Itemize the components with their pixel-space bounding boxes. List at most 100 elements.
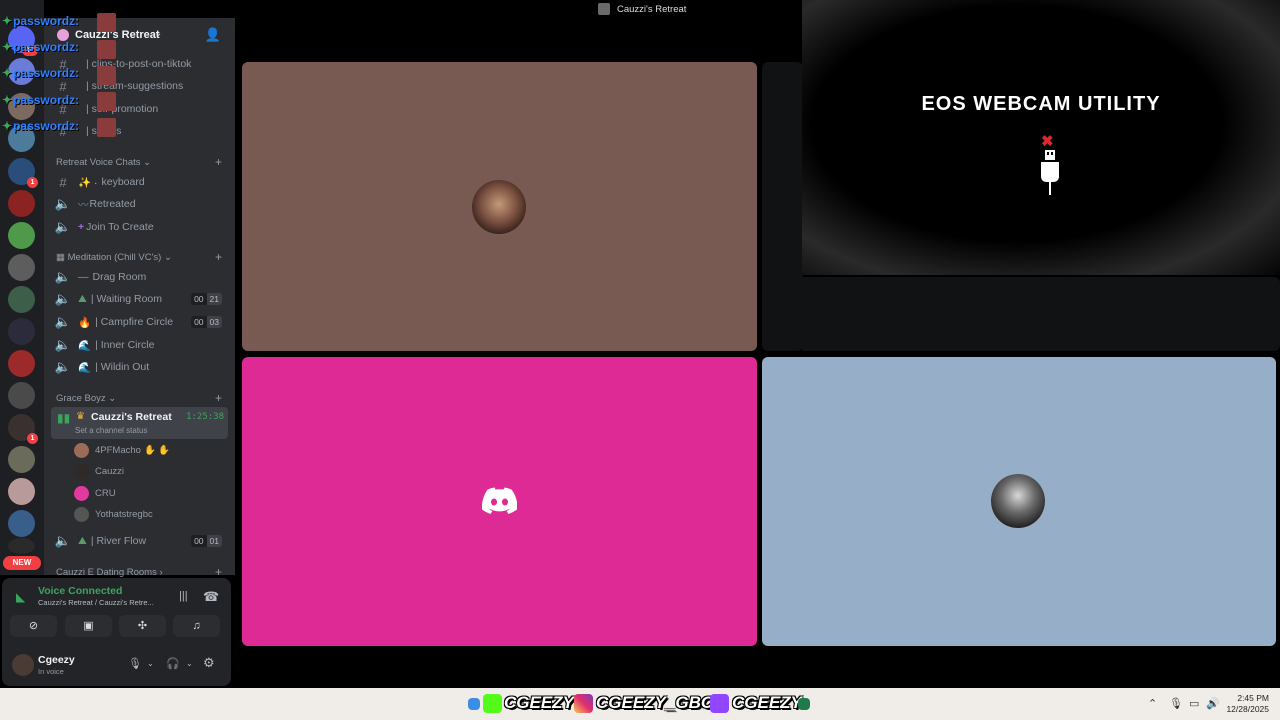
discord-logo-icon: [482, 487, 517, 514]
channel-item[interactable]: 🔈 🔥 | Campfire Circle 00 03: [50, 312, 228, 332]
server-icon[interactable]: 1: [8, 414, 38, 444]
server-icon[interactable]: [8, 382, 35, 409]
add-channel-icon[interactable]: +: [215, 565, 222, 579]
voice-user-name: Cauzzi: [95, 465, 125, 477]
channel-label: keyboard: [101, 176, 145, 188]
add-channel-icon[interactable]: +: [215, 391, 222, 405]
chevron-down-icon[interactable]: ⌄: [186, 659, 193, 668]
server-icon[interactable]: [8, 510, 35, 537]
voice-user[interactable]: CRU: [74, 483, 224, 503]
dash-icon: —: [78, 271, 89, 283]
discord-app: 15 1 1 NEW Cauzzi's Retreat ⌄ 👤 # | clip…: [0, 0, 1280, 688]
channel-item[interactable]: # | stream-suggestions: [50, 76, 228, 96]
category-label: Grace Boyz: [56, 393, 106, 404]
meditation-icon: ▦: [56, 252, 65, 263]
server-icon[interactable]: [8, 478, 35, 505]
server-icon[interactable]: [8, 58, 35, 85]
server-icon[interactable]: [8, 350, 35, 377]
excel-icon[interactable]: [798, 698, 810, 710]
microphone-icon[interactable]: 🎙: [1169, 697, 1183, 710]
category-header[interactable]: Cauzzi E Dating Rooms ›: [56, 567, 163, 578]
noise-suppression-icon[interactable]: |||: [179, 590, 188, 602]
channel-item[interactable]: # | clips-to-post-on-tiktok: [50, 54, 228, 74]
server-name: Cauzzi's Retreat: [75, 29, 160, 41]
video-tile[interactable]: [762, 357, 1276, 646]
server-icon[interactable]: [8, 222, 35, 249]
server-icon[interactable]: [8, 190, 35, 217]
server-icon[interactable]: [8, 93, 35, 120]
add-channel-icon[interactable]: +: [215, 155, 222, 169]
server-icon[interactable]: [8, 125, 35, 152]
chevron-right-icon: ›: [159, 567, 163, 578]
video-tile[interactable]: [762, 62, 803, 351]
channel-item[interactable]: 🔈 ⛰ | River Flow 00 01: [50, 531, 228, 551]
voice-connected-label[interactable]: Voice Connected: [38, 585, 122, 597]
retreat-emoji: 〰: [78, 198, 89, 211]
voice-user-name: CRU: [95, 487, 116, 499]
channel-item[interactable]: 🔈 🌊 | Inner Circle: [50, 335, 228, 355]
gear-icon[interactable]: ⚙: [203, 655, 215, 671]
speaker-icon: 🔈: [54, 269, 72, 284]
channel-item[interactable]: # | self-promotion: [50, 99, 228, 119]
chevron-down-icon: ⌄: [108, 393, 117, 404]
kick-icon: [483, 694, 502, 713]
video-tile[interactable]: [242, 357, 757, 646]
channel-item[interactable]: 🔈 🌊 | Wildin Out: [50, 357, 228, 377]
channel-item[interactable]: 🔈 〰 Retreated: [50, 194, 228, 214]
eos-title: EOS WEBCAM UTILITY: [921, 93, 1161, 115]
voice-user[interactable]: 4PFMacho ✋ ✋: [74, 440, 224, 460]
clock-time: 2:45 PM: [1237, 693, 1269, 703]
chevron-up-icon[interactable]: ⌃: [1148, 697, 1157, 710]
chevron-down-icon[interactable]: ⌄: [147, 659, 154, 668]
hash-icon: #: [59, 78, 67, 94]
server-icon[interactable]: [8, 446, 35, 473]
channel-item[interactable]: # | selfies: [50, 121, 228, 141]
hash-icon: #: [59, 56, 67, 72]
soundboard-button[interactable]: ♫: [173, 615, 220, 637]
system-clock[interactable]: 2:45 PM 12/28/2025: [1226, 693, 1269, 715]
microphone-icon[interactable]: 🎙: [128, 657, 142, 670]
active-voice-channel[interactable]: ▮▮ ♛ Cauzzi's Retreat Set a channel stat…: [51, 407, 228, 439]
server-icon[interactable]: [8, 318, 35, 345]
category-label: Retreat Voice Chats: [56, 157, 141, 168]
channel-status[interactable]: Set a channel status: [75, 426, 148, 435]
network-icon[interactable]: ▭: [1189, 697, 1199, 710]
category-label: Cauzzi E Dating Rooms: [56, 567, 157, 578]
plus-icon: +: [78, 221, 85, 233]
server-icon[interactable]: [8, 286, 35, 313]
server-icon: [598, 3, 610, 15]
crown-icon: ♛: [76, 411, 85, 422]
screen-share-button[interactable]: ▣: [65, 615, 112, 637]
camera-off-button[interactable]: ⊘: [10, 615, 57, 637]
channel-item[interactable]: 🔈 — Drag Room: [50, 267, 228, 287]
server-header[interactable]: Cauzzi's Retreat ⌄ 👤: [44, 18, 235, 54]
voice-user[interactable]: Cauzzi: [74, 461, 224, 481]
avatar: [991, 474, 1045, 528]
hand-emoji-icon: ✋ ✋: [143, 444, 171, 456]
voice-location[interactable]: Cauzzi's Retreat / Cauzzi's Retre...: [38, 598, 154, 607]
server-icon[interactable]: [8, 538, 35, 554]
headphones-icon[interactable]: 🎧: [166, 657, 180, 670]
channel-item[interactable]: 🔈 ⛰ | Waiting Room 00 21: [50, 289, 228, 309]
video-tile[interactable]: [242, 62, 757, 351]
invite-icon[interactable]: 👤: [205, 27, 221, 43]
instagram-handle: CGEEZY_GBC: [596, 693, 714, 712]
server-icon[interactable]: 1: [8, 158, 38, 188]
activities-button[interactable]: ✣: [119, 615, 166, 637]
channel-item[interactable]: 🔈 + Join To Create: [50, 217, 228, 237]
disconnect-icon[interactable]: ☎: [203, 589, 219, 605]
category-header[interactable]: Retreat Voice Chats ⌄: [56, 157, 151, 168]
server-icon[interactable]: [8, 254, 35, 281]
volume-icon[interactable]: 🔊: [1206, 697, 1220, 710]
category-header[interactable]: ▦ Meditation (Chill VC's) ⌄: [56, 252, 172, 263]
windows-start-icon[interactable]: [468, 698, 480, 710]
channel-item[interactable]: # ✨ · keyboard: [50, 172, 228, 192]
avatar[interactable]: [12, 654, 34, 676]
speaker-icon: 🔈: [54, 359, 72, 374]
discord-home-icon[interactable]: 15: [8, 26, 38, 56]
user-limit-badge: 00 21: [191, 293, 222, 305]
call-timer: 1:25:38: [186, 412, 224, 422]
add-channel-icon[interactable]: +: [215, 250, 222, 264]
voice-user[interactable]: Yothatstregbc: [74, 504, 224, 524]
category-header[interactable]: Grace Boyz ⌄: [56, 393, 116, 404]
